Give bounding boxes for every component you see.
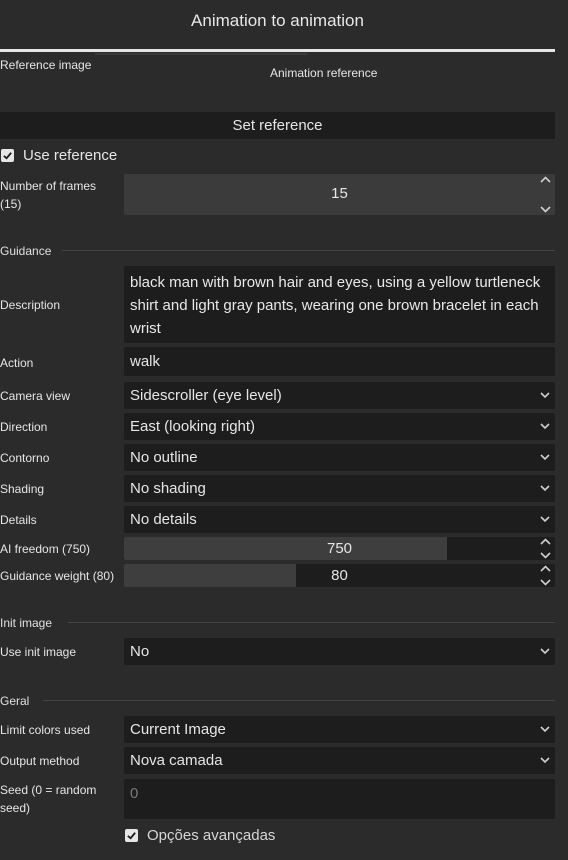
- chevron-down-icon: [540, 726, 550, 733]
- description-label: Description: [0, 298, 61, 312]
- limit-colors-select[interactable]: Current Image: [124, 716, 555, 743]
- advanced-options-label: Opções avançadas: [147, 827, 276, 844]
- frames-label: Number of frames (15): [0, 179, 97, 211]
- tab-indicator: [0, 49, 555, 52]
- shading-select[interactable]: No shading: [124, 475, 555, 502]
- chevron-down-icon: [540, 485, 550, 492]
- general-separator: [43, 700, 555, 701]
- use-init-image-select[interactable]: No: [124, 638, 555, 665]
- general-section-title: Geral: [0, 694, 30, 708]
- direction-label: Direction: [0, 420, 48, 434]
- window-title: Animation to animation: [191, 11, 364, 30]
- chevron-down-icon: [540, 454, 550, 461]
- details-label: Details: [0, 513, 37, 527]
- guidance-weight-value: 80: [331, 567, 348, 584]
- tab-divider: [95, 53, 307, 55]
- output-method-value: Nova camada: [130, 752, 223, 769]
- camera-view-select[interactable]: Sidescroller (eye level): [124, 382, 555, 409]
- shading-value: No shading: [130, 480, 206, 497]
- guidance-weight-slider[interactable]: 80: [124, 564, 555, 587]
- set-reference-button[interactable]: Set reference: [0, 112, 555, 139]
- init-image-separator: [68, 622, 555, 623]
- output-method-select[interactable]: Nova camada: [124, 747, 555, 774]
- frames-value: 15: [331, 185, 348, 202]
- limit-colors-label: Limit colors used: [0, 723, 91, 737]
- advanced-options-checkbox[interactable]: Opções avançadas: [125, 827, 275, 844]
- camera-view-label: Camera view: [0, 389, 71, 403]
- details-select[interactable]: No details: [124, 506, 555, 533]
- use-init-image-label: Use init image: [0, 645, 77, 659]
- chevron-down-icon: [540, 648, 550, 655]
- init-image-section-title: Init image: [0, 616, 53, 630]
- use-reference-label: Use reference: [23, 147, 118, 164]
- outline-value: No outline: [130, 449, 198, 466]
- seed-placeholder: 0: [130, 785, 139, 802]
- output-method-label: Output method: [0, 754, 80, 768]
- use-init-image-value: No: [130, 643, 150, 660]
- spin-up-icon[interactable]: [539, 176, 551, 183]
- spin-up-icon[interactable]: [539, 538, 551, 545]
- ai-freedom-label: AI freedom (750): [0, 542, 91, 556]
- frames-spinbox[interactable]: 15: [124, 174, 555, 215]
- action-input[interactable]: walk: [124, 347, 555, 376]
- outline-label: Contorno: [0, 451, 50, 465]
- camera-view-value: Sidescroller (eye level): [130, 387, 282, 404]
- chevron-down-icon: [540, 392, 550, 399]
- guidance-weight-label: Guidance weight (80): [0, 569, 115, 583]
- action-label: Action: [0, 356, 34, 370]
- chevron-down-icon: [540, 757, 550, 764]
- spin-down-icon[interactable]: [539, 579, 551, 586]
- direction-value: East (looking right): [130, 418, 256, 435]
- spin-up-icon[interactable]: [539, 565, 551, 572]
- direction-select[interactable]: East (looking right): [124, 413, 555, 440]
- checkbox-check-icon[interactable]: [1, 149, 14, 162]
- ai-freedom-value: 750: [326, 540, 353, 557]
- shading-label: Shading: [0, 482, 45, 496]
- spin-down-icon[interactable]: [539, 552, 551, 559]
- tab-animation-reference[interactable]: Animation reference: [270, 64, 377, 82]
- description-input[interactable]: black man with brown hair and eyes, usin…: [124, 266, 555, 343]
- chevron-down-icon: [540, 516, 550, 523]
- seed-input[interactable]: 0: [124, 779, 555, 819]
- outline-select[interactable]: No outline: [124, 444, 555, 471]
- ai-freedom-slider[interactable]: 750: [124, 537, 555, 560]
- details-value: No details: [130, 511, 197, 528]
- guidance-section-title: Guidance: [0, 244, 52, 258]
- chevron-down-icon: [540, 423, 550, 430]
- checkbox-check-icon[interactable]: [125, 829, 138, 842]
- spin-down-icon[interactable]: [539, 206, 551, 213]
- use-reference-checkbox[interactable]: Use reference: [1, 147, 117, 164]
- guidance-separator: [62, 250, 555, 251]
- limit-colors-value: Current Image: [130, 721, 226, 738]
- tab-reference-image[interactable]: Reference image: [0, 56, 91, 74]
- seed-label: Seed (0 = random seed): [0, 783, 97, 815]
